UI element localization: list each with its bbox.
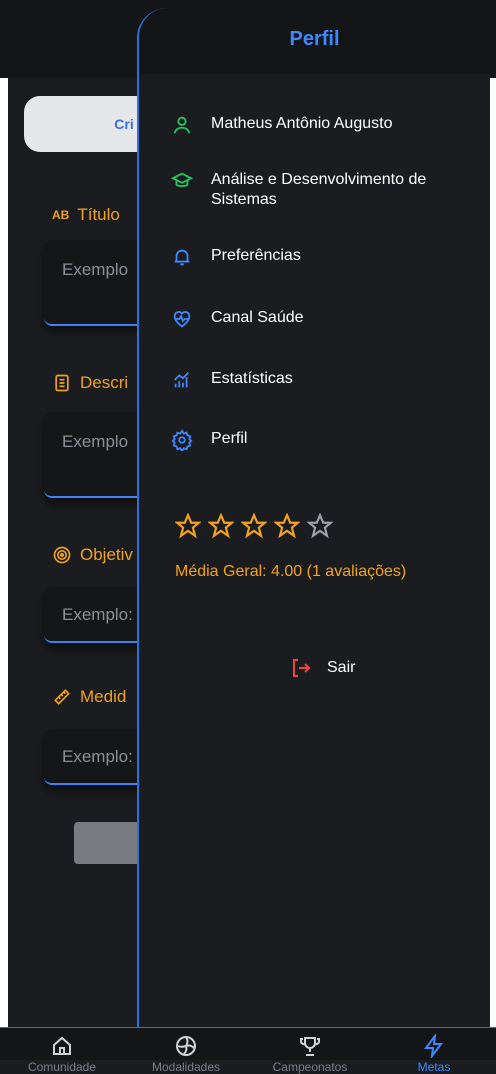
drawer-header: Perfil [139, 8, 490, 74]
menu-item-statistics[interactable]: Estatísticas [171, 369, 481, 391]
profile-drawer: Perfil Matheus Antônio Augusto Análise e… [137, 8, 490, 1027]
nav-item-campeonatos[interactable]: Campeonatos [248, 1028, 372, 1074]
menu-item-label: Estatísticas [211, 370, 293, 387]
settings-icon [171, 429, 193, 451]
menu-item-label: Preferências [211, 247, 301, 264]
logout-icon [293, 659, 311, 677]
objective-label: Objetiv [52, 545, 133, 565]
rating-summary: Média Geral: 4.00 (1 avaliações) [175, 563, 407, 580]
star-empty-icon [307, 513, 333, 539]
home-icon [53, 1036, 71, 1055]
logout-button[interactable]: Sair [289, 656, 355, 680]
ruler-icon [54, 689, 70, 705]
menu-item-label: Perfil [211, 430, 248, 447]
menu-item-profile[interactable]: Perfil [171, 429, 481, 451]
stats-icon [174, 372, 190, 388]
description-label: Descri [52, 373, 128, 393]
heart-pulse-icon [173, 311, 191, 328]
notebook-icon [55, 374, 69, 392]
lightning-icon [424, 1034, 443, 1058]
menu-item-health[interactable]: Canal Saúde [171, 308, 481, 330]
drawer-title: Perfil [289, 28, 340, 50]
menu-item-label: Análise e Desenvolvimento de Sistemas [211, 171, 427, 208]
star-icon [274, 513, 300, 539]
volleyball-icon [176, 1036, 196, 1056]
star-icon [175, 513, 201, 539]
nav-item-comunidade[interactable]: Comunidade [0, 1028, 124, 1074]
trophy-icon [300, 1037, 320, 1056]
menu-item-label: Matheus Antônio Augusto [211, 115, 393, 132]
star-icon [208, 513, 234, 539]
left-edge [0, 0, 8, 1059]
bottom-nav: Comunidade Modalidades Campeonatos Metas [0, 1027, 496, 1074]
bell-icon [174, 249, 190, 266]
star-icon [241, 513, 267, 539]
menu-item-user[interactable]: Matheus Antônio Augusto [171, 114, 481, 136]
menu-item-course[interactable]: Análise e Desenvolvimento de Sistemas [171, 170, 481, 210]
measure-label: Medid [52, 687, 126, 707]
nav-item-metas[interactable]: Metas [372, 1028, 496, 1074]
rating-stars [175, 513, 333, 539]
create-tab-label: Cri [114, 116, 134, 132]
title-label-icon: AB [52, 208, 70, 222]
logout-label: Sair [327, 659, 356, 676]
nav-item-modalidades[interactable]: Modalidades [124, 1028, 248, 1074]
title-label: AB Título [52, 205, 120, 224]
graduation-cap-icon [171, 172, 193, 187]
user-icon [173, 116, 191, 134]
target-icon [53, 546, 71, 564]
menu-item-label: Canal Saúde [211, 309, 304, 326]
menu-item-preferences[interactable]: Preferências [171, 246, 481, 268]
